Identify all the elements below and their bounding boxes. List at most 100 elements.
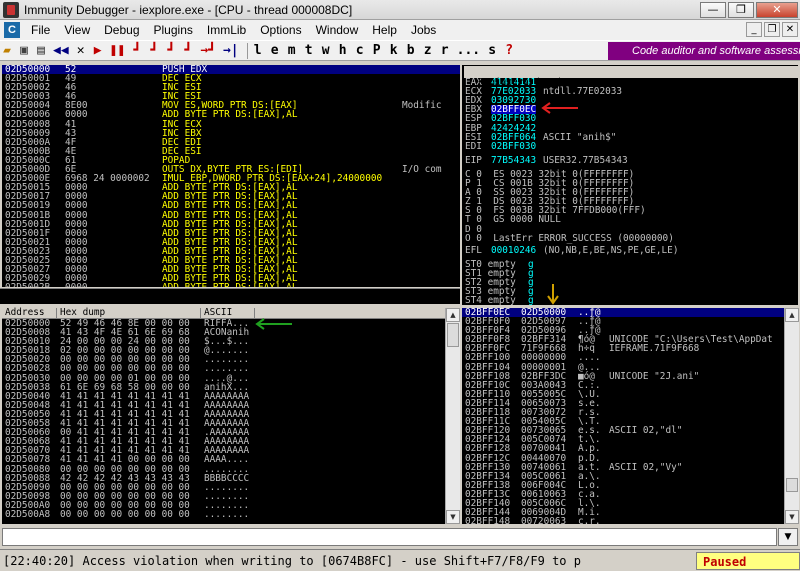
stack-row[interactable]: 02BFF114 00650073 s.e. — [462, 399, 784, 408]
command-input[interactable] — [2, 528, 777, 546]
step-into-icon[interactable]: ┛ — [130, 42, 144, 60]
register-edi[interactable]: EDI 02BFF030 — [465, 140, 765, 152]
stack-row[interactable]: 02BFF120 00730065 e.s. ASCII 02,"dl" — [462, 426, 784, 435]
close-process-icon[interactable]: ✕ — [74, 42, 88, 60]
run-trace-button[interactable]: ... — [455, 42, 482, 60]
register-eip[interactable]: EIP 77B54343 USER32.77B54343 — [465, 156, 765, 165]
dump-scroll-thumb[interactable] — [447, 323, 459, 347]
registers-header: Registers (FPU) < < > — [464, 66, 798, 121]
mdi-restore-button[interactable]: ❐ — [764, 22, 780, 37]
dump-hex: 00 00 00 00 00 00 00 00 — [60, 508, 190, 520]
title-bar: Immunity Debugger - iexplore.exe - [CPU … — [0, 0, 800, 20]
call-stack-button[interactable]: k — [387, 42, 401, 60]
stack-row[interactable]: 02BFF140 005C006C l.\. — [462, 499, 784, 508]
window-title: Immunity Debugger - iexplore.exe - [CPU … — [24, 2, 353, 17]
source-button[interactable]: s — [485, 42, 499, 60]
menu-plugins[interactable]: Plugins — [147, 23, 200, 37]
help-button[interactable]: ? — [502, 42, 516, 60]
menu-immlib[interactable]: ImmLib — [200, 23, 253, 37]
stack-row[interactable]: 02BFF108 02BFF3DC ■ó@ UNICODE "2J.ani" — [462, 371, 784, 380]
rewind-icon[interactable]: ◀◀ — [51, 42, 71, 60]
scroll-right-icon[interactable]: < — [742, 99, 748, 110]
stack-row[interactable]: 02BFF124 005C0074 t.\. — [462, 435, 784, 444]
dump-pane[interactable]: 02D50000 52 49 46 46 8E 00 00 00 RIFFA... 0… — [2, 319, 446, 524]
log-window-button[interactable]: l — [251, 42, 265, 60]
dump-col-ascii[interactable]: ASCII — [201, 308, 255, 319]
stack-row[interactable]: 02BFF134 005C0061 a.\. — [462, 471, 784, 480]
status-message: [22:40:20] Access violation when writing… — [3, 554, 581, 568]
execute-till-return-icon[interactable]: →┛ — [198, 42, 218, 60]
register-name: EDI — [465, 140, 482, 152]
trace-over-icon[interactable]: ┛ — [181, 42, 195, 60]
disasm-row[interactable]: 02D5002B 0000 ADD BYTE PTR DS:[EAX],AL — [2, 283, 460, 287]
python-shell-icon[interactable]: ▤ — [34, 42, 48, 60]
mdi-minimize-button[interactable]: _ — [746, 22, 762, 37]
windows-button[interactable]: w — [319, 42, 333, 60]
patches-button[interactable]: P — [370, 42, 384, 60]
menu-view[interactable]: View — [57, 23, 97, 37]
menu-debug[interactable]: Debug — [97, 23, 146, 37]
stack-pane[interactable]: 02BFF0EC 02D50000 ..ƒ@ 02BFF0F0 02D50097 ..ƒ@… — [462, 308, 784, 524]
executable-modules-button[interactable]: e — [268, 42, 282, 60]
menu-window[interactable]: Window — [309, 23, 366, 37]
maximize-button[interactable]: ❐ — [728, 2, 754, 18]
stack-scroll-thumb[interactable] — [786, 478, 798, 492]
scroll-down-icon[interactable]: ▼ — [446, 510, 460, 524]
minimize-button[interactable]: — — [700, 2, 726, 18]
stack-ascii: c.r. — [578, 516, 601, 524]
stack-row[interactable]: 02BFF100 00000000.... — [462, 353, 784, 362]
stack-row[interactable]: 02BFF10C 003A0043 C.:. — [462, 381, 784, 390]
fpu-name: ST4 empty — [465, 295, 516, 305]
open-folder-icon[interactable]: ▰ — [0, 42, 14, 60]
stack-row[interactable]: 02BFF118 00730072 r.s. — [462, 408, 784, 417]
menu-file[interactable]: File — [24, 23, 57, 37]
stack-row[interactable]: 02BFF138 006F004C L.o. — [462, 481, 784, 490]
dump-scrollbar[interactable]: ▲ ▼ — [445, 308, 460, 524]
mdi-close-button[interactable]: ✕ — [782, 22, 798, 37]
stack-row[interactable]: 02BFF0FC 71F9F668 h÷q IEFRAME.71F9F668 — [462, 344, 784, 353]
pause-icon[interactable]: ❚❚ — [108, 42, 128, 60]
stack-row[interactable]: 02BFF128 00700041 A.p. — [462, 444, 784, 453]
disasm-comment: I/O com — [402, 164, 442, 176]
memory-map-button[interactable]: m — [285, 42, 299, 60]
stack-row[interactable]: 02BFF148 00720063 c.r. — [462, 517, 784, 524]
register-efl[interactable]: EFL 00010246 (NO,NB,E,BE,NS,PE,GE,LE) — [465, 245, 765, 254]
scroll-up-icon[interactable]: ▲ — [785, 308, 799, 322]
step-over-icon[interactable]: ┛ — [147, 42, 161, 60]
scroll-left-icon[interactable]: < — [704, 88, 710, 99]
cpu-window-icon[interactable]: C — [4, 22, 20, 38]
close-button[interactable]: ✕ — [756, 2, 798, 18]
menu-help[interactable]: Help — [365, 23, 404, 37]
cpu-button[interactable]: c — [353, 42, 367, 60]
breakpoints-button[interactable]: b — [404, 42, 418, 60]
disassembly-pane[interactable]: 02D50000 52 PUSH EDX 02D50001 49 DEC ECX 02D50… — [2, 65, 460, 287]
dump-col-address[interactable]: Address — [2, 308, 57, 319]
references-button[interactable]: r — [438, 42, 452, 60]
command-dropdown-icon[interactable]: ▼ — [778, 528, 798, 546]
menu-jobs[interactable]: Jobs — [404, 23, 443, 37]
menu-options[interactable]: Options — [253, 23, 308, 37]
stack-row[interactable]: 02BFF0F0 02D50097 ..ƒ@ — [462, 317, 784, 326]
handles-button[interactable]: h — [336, 42, 350, 60]
stack-row[interactable]: 02BFF13C 00610063 c.a. — [462, 490, 784, 499]
dump-col-hex[interactable]: Hex dump — [57, 308, 201, 319]
scroll-down-icon[interactable]: ▼ — [785, 510, 799, 524]
fpu-register[interactable]: ST4 empty g — [465, 296, 585, 305]
dump-row[interactable]: 02D500A8 00 00 00 00 00 00 00 00........ — [2, 510, 446, 519]
register-comment: USER32.77B54343 — [543, 154, 628, 166]
scroll-up-icon[interactable]: ▲ — [446, 308, 460, 322]
trace-into-icon[interactable]: ┛ — [164, 42, 178, 60]
stack-row[interactable]: 02BFF144 0069004D M.i. — [462, 508, 784, 517]
scroll-arrows-icon[interactable]: > — [784, 110, 790, 121]
threads-button[interactable]: t — [302, 42, 316, 60]
status-bar: [22:40:20] Access violation when writing… — [0, 549, 800, 571]
restart-icon[interactable]: ▣ — [17, 42, 31, 60]
go-to-icon[interactable]: →| — [221, 42, 241, 60]
stack-scrollbar[interactable]: ▲ ▼ — [784, 308, 799, 524]
stack-comment: IEFRAME.71F9F668 — [609, 343, 700, 355]
stack-row-selected[interactable]: 02BFF0EC 02D50000 ..ƒ@ — [462, 308, 784, 317]
stack-row[interactable]: 02BFF130 00740061 a.t. ASCII 02,"Vy" — [462, 462, 784, 471]
stack-row[interactable]: 02BFF110 0055005C \.U. — [462, 390, 784, 399]
run-icon[interactable]: ▶ — [91, 42, 105, 60]
hardware-breakpoints-button[interactable]: z — [421, 42, 435, 60]
